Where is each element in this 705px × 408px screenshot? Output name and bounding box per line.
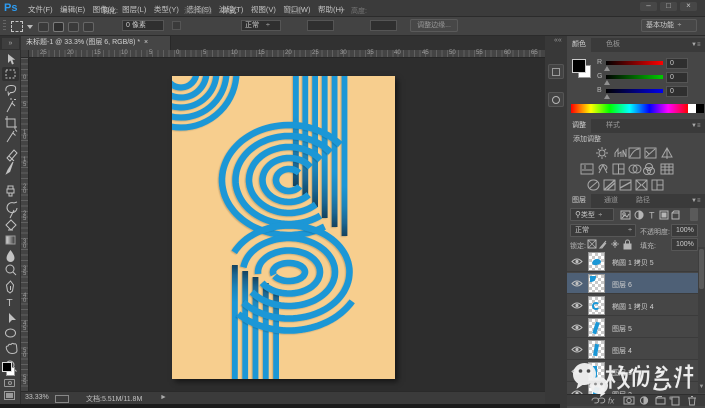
svg-text:T: T [649, 211, 655, 221]
svg-text:T: T [7, 298, 13, 309]
